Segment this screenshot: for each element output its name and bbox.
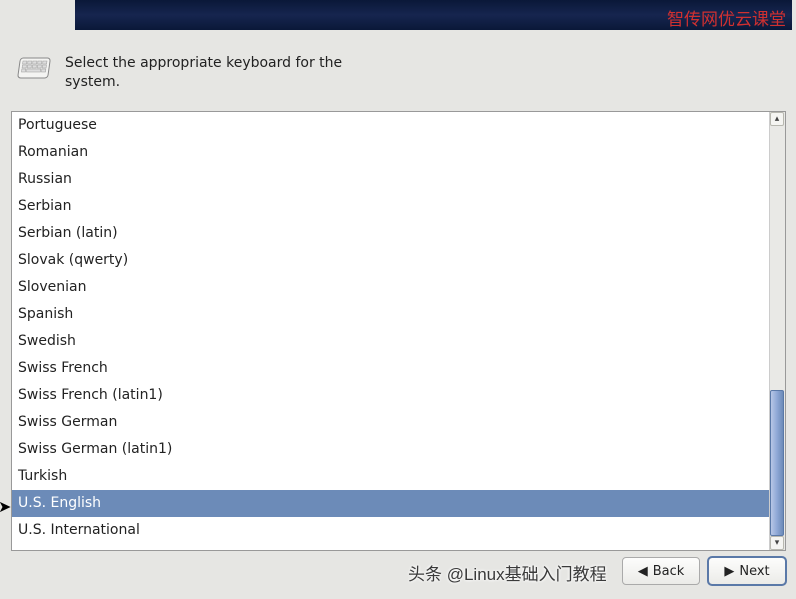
list-item[interactable]: Ukrainian [12,544,769,550]
watermark-bottom: 头条 @Linux基础入门教程 [408,560,607,585]
instruction-row: Select the appropriate keyboard for the … [15,54,345,92]
scroll-down-button[interactable]: ▾ [770,536,784,550]
list-item[interactable]: Turkish [12,463,769,490]
list-item[interactable]: Serbian (latin) [12,220,769,247]
chevron-down-icon: ▾ [775,539,780,548]
chevron-up-icon: ▴ [775,115,780,124]
back-button[interactable]: ◀ Back [622,557,700,585]
keyboard-icon [15,54,51,84]
list-item[interactable]: Portuguese [12,112,769,139]
list-item[interactable]: Spanish [12,301,769,328]
watermark-top: 智传网优云课堂 [667,5,786,30]
list-item[interactable]: U.S. International [12,517,769,544]
title-bar: 智传网优云课堂 [75,0,792,30]
list-item[interactable]: Swiss French [12,355,769,382]
list-item[interactable]: Swiss French (latin1) [12,382,769,409]
list-item[interactable]: Swiss German (latin1) [12,436,769,463]
list-item[interactable]: U.S. English [12,490,769,517]
list-item[interactable]: Romanian [12,139,769,166]
keyboard-listbox[interactable]: PortugueseRomanianRussianSerbianSerbian … [12,112,769,550]
list-item[interactable]: Serbian [12,193,769,220]
back-button-label: Back [653,564,685,579]
scrollbar[interactable]: ▴ ▾ [769,112,785,550]
button-row: ◀ Back ▶ Next [622,557,786,585]
next-button[interactable]: ▶ Next [708,557,786,585]
arrow-right-icon: ▶ [724,564,734,579]
instruction-text: Select the appropriate keyboard for the … [65,54,345,92]
keyboard-list-frame: PortugueseRomanianRussianSerbianSerbian … [11,111,786,551]
next-button-label: Next [739,564,769,579]
list-item[interactable]: Swiss German [12,409,769,436]
list-item[interactable]: Russian [12,166,769,193]
scroll-up-button[interactable]: ▴ [770,112,784,126]
list-item[interactable]: Swedish [12,328,769,355]
list-item[interactable]: Slovak (qwerty) [12,247,769,274]
arrow-left-icon: ◀ [638,564,648,579]
list-item[interactable]: Slovenian [12,274,769,301]
cursor-icon: ➤ [0,497,11,516]
scroll-thumb[interactable] [770,390,784,536]
